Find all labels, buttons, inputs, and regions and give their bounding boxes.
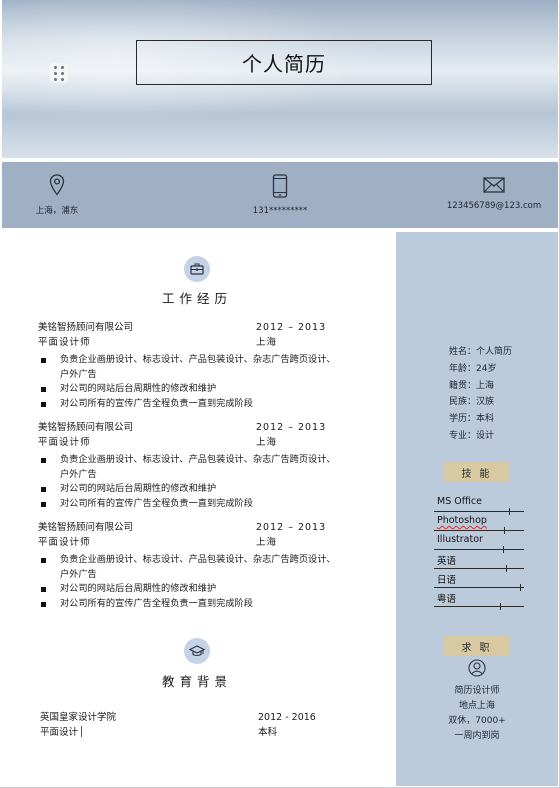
drag-handle-icon[interactable] (50, 63, 68, 83)
contact-email: 123456789@123.com (444, 162, 544, 228)
user-icon (468, 659, 486, 677)
profile-line: 年龄：24岁 (449, 363, 497, 374)
briefcase-icon (184, 256, 210, 282)
experience-title: 工作经历 (162, 291, 233, 306)
job-city: 上海 (256, 337, 278, 348)
list-item: 对公司所有的宣传广告全程负责一直到完成阶段 (38, 597, 338, 612)
graduation-cap-icon (184, 638, 210, 664)
mobile-phone-icon (272, 174, 288, 198)
skill-name: MS Office (437, 496, 482, 507)
contact-bar: 上海，浦东 131********* 123456789@123.com (2, 162, 558, 228)
company-name: 美铭智扬顾问有限公司 (38, 322, 134, 333)
company-name: 美铭智扬顾问有限公司 (38, 422, 134, 433)
skill-name: Illustrator (437, 534, 483, 545)
job-city: 上海 (256, 437, 278, 448)
skill-row: MS Office (434, 494, 524, 515)
job-intent-line: 地点上海 (458, 701, 495, 711)
list-item: 对公司的网站后台周期性的修改和维护 (38, 382, 338, 397)
location-text: 上海，浦东 (35, 206, 79, 216)
phone-text: 131********* (252, 206, 308, 216)
profile-line: 姓名：个人简历 (449, 347, 513, 357)
degree: 本科 (258, 727, 278, 738)
list-item: 负责企业画册设计、标志设计、产品包装设计、杂志广告跨页设计、户外广告 (38, 553, 338, 582)
duty-list: 负责企业画册设计、标志设计、产品包装设计、杂志广告跨页设计、户外广告 对公司的网… (38, 353, 398, 411)
skill-row: 英语 (434, 551, 524, 572)
skill-row: 日语 (434, 570, 524, 591)
job-entry-2: 美铭智扬顾问有限公司 2012 – 2013 平面设计师 上海 负责企业画册设计、标… (38, 420, 398, 511)
skill-row: Photoshop (434, 513, 524, 534)
envelope-icon (483, 177, 505, 193)
school-name: 英国皇家设计学院 (40, 712, 117, 723)
list-item: 对公司的网站后台周期性的修改和维护 (38, 482, 338, 497)
list-item: 对公司所有的宣传广告全程负责一直到完成阶段 (38, 397, 338, 412)
text-cursor (81, 726, 83, 737)
job-period: 2012 – 2013 (256, 522, 327, 533)
job-period: 2012 – 2013 (256, 322, 327, 333)
skill-level-marker (500, 603, 501, 610)
resume-page: 个人简历 上海，浦东 131********* 123456789@123.co… (0, 0, 560, 788)
list-item: 负责企业画册设计、标志设计、产品包装设计、杂志广告跨页设计、户外广告 (38, 453, 338, 482)
duty-list: 负责企业画册设计、标志设计、产品包装设计、杂志广告跨页设计、户外广告 对公司的网… (38, 453, 398, 511)
skills-tag: 技能 (443, 462, 510, 482)
skill-name: 粤语 (437, 594, 457, 605)
skill-name: 英语 (437, 556, 457, 567)
skill-row: 粤语 (434, 589, 524, 610)
job-role: 平面设计师 (38, 337, 91, 348)
profile-line: 民族：汉族 (449, 397, 495, 408)
company-name: 美铭智扬顾问有限公司 (38, 522, 134, 533)
job-intent-line: 双休，7000+ (448, 716, 506, 726)
profile-line: 籍贯：上海 (449, 380, 495, 391)
list-item: 对公司的网站后台周期性的修改和维护 (38, 582, 338, 597)
list-item: 对公司所有的宣传广告全程负责一直到完成阶段 (38, 497, 338, 512)
job-entry-3: 美铭智扬顾问有限公司 2012 – 2013 平面设计师 上海 负责企业画册设计、标… (38, 520, 398, 611)
job-intent-details: 简历设计师 地点上海 双休，7000+ 一周内到岗 (396, 684, 558, 744)
skill-bar (434, 568, 524, 569)
education-title: 教育背景 (162, 674, 233, 689)
major: 平面设计 (40, 727, 79, 738)
job-intent-line: 简历设计师 (454, 686, 500, 696)
profile-line: 专业：设计 (449, 430, 495, 441)
skill-bar (434, 511, 524, 512)
education-years: 2012 - 2016 (258, 712, 316, 723)
header-banner: 个人简历 (2, 0, 558, 158)
profile-line: 学历：本科 (449, 414, 495, 425)
skill-name: 日语 (437, 575, 457, 586)
contact-phone: 131********* (242, 162, 318, 228)
skill-name: Photoshop (437, 515, 487, 526)
education-entry: 英国皇家设计学院 2012 - 2016 平面设计 本科 (40, 710, 370, 740)
list-item: 负责企业画册设计、标志设计、产品包装设计、杂志广告跨页设计、户外广告 (38, 353, 338, 382)
job-period: 2012 – 2013 (256, 422, 327, 433)
skill-bar (434, 587, 524, 588)
skill-bar (434, 606, 524, 607)
sidebar: 姓名：个人简历 年龄：24岁 籍贯：上海 民族：汉族 学历：本科 专业：设计 技… (396, 232, 558, 786)
job-entry-1: 美铭智扬顾问有限公司 2012 – 2013 平面设计师 上海 负责企业画册设计、标… (38, 320, 398, 411)
profile-info: 姓名：个人简历 年龄：24岁 籍贯：上海 民族：汉族 学历：本科 专业：设计 (449, 344, 512, 445)
resume-title[interactable]: 个人简历 (136, 40, 432, 85)
job-role: 平面设计师 (38, 437, 91, 448)
email-text: 123456789@123.com (446, 201, 542, 211)
duty-list: 负责企业画册设计、标志设计、产品包装设计、杂志广告跨页设计、户外广告 对公司的网… (38, 553, 398, 611)
location-pin-icon (49, 174, 65, 196)
job-city: 上海 (256, 537, 278, 548)
job-role: 平面设计师 (38, 537, 91, 548)
job-intent-tag: 求职 (443, 636, 510, 656)
skill-bar (434, 530, 524, 531)
contact-location: 上海，浦东 (24, 162, 90, 228)
skill-row: Illustrator (434, 532, 524, 553)
job-intent-line: 一周内到岗 (454, 731, 500, 741)
skill-bar (434, 549, 524, 550)
